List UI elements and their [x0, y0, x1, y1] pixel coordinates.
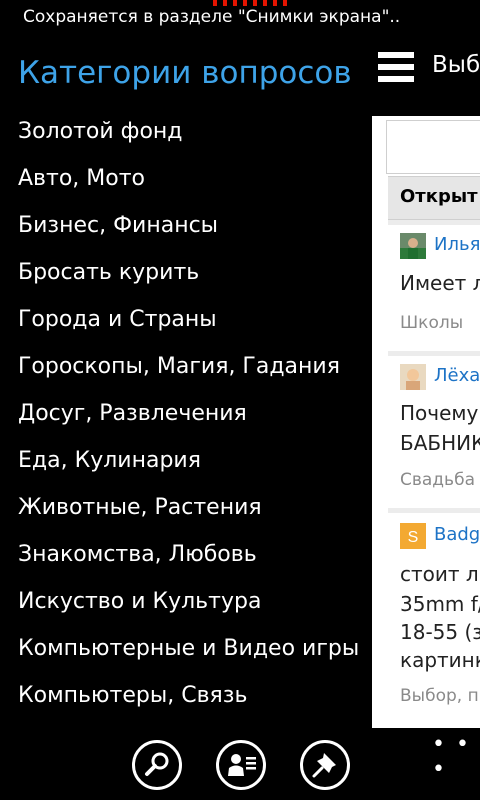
author-link[interactable]: Илья [434, 234, 480, 255]
user-list-button[interactable] [216, 740, 266, 790]
recording-indicator [213, 0, 301, 6]
pin-button[interactable] [300, 740, 350, 790]
category-item[interactable]: Знакомства, Любовь [18, 537, 359, 584]
avatar: S [400, 523, 426, 549]
search-button[interactable] [132, 740, 182, 790]
hamburger-icon[interactable] [378, 52, 414, 82]
header-title: Выб [432, 52, 480, 78]
svg-text:S: S [408, 529, 419, 546]
author-link[interactable]: Лёха [434, 365, 480, 386]
main-panel: Открыт Илья Имеет л Школы Лёха Почему БА… [372, 116, 480, 728]
tab-open-questions[interactable]: Открыт [388, 176, 480, 220]
pin-icon [312, 753, 336, 778]
question-category: Школы [400, 313, 464, 333]
author-link[interactable]: Badg [434, 524, 480, 545]
question-text: Имеет л [400, 271, 480, 295]
avatar [400, 233, 426, 259]
category-item[interactable]: Бросать курить [18, 255, 359, 302]
category-item[interactable]: Животные, Растения [18, 490, 359, 537]
more-options-button[interactable]: • • • [432, 732, 480, 782]
question-text: Почему [400, 401, 479, 425]
avatar [400, 364, 426, 390]
question-card[interactable]: Илья Имеет л Школы [388, 225, 480, 351]
question-text: 35mm f/ [400, 592, 480, 616]
question-text: стоит ли [400, 562, 480, 586]
category-item[interactable]: Города и Страны [18, 302, 359, 349]
category-item[interactable]: Досуг, Развлечения [18, 396, 359, 443]
sidebar-title: Категории вопросов [18, 55, 352, 91]
question-category: Свадьба [400, 470, 475, 490]
question-card[interactable]: S Badg стоит ли 35mm f/ 18-55 (з картинк… [388, 513, 480, 728]
question-text: БАБНИК [400, 431, 480, 455]
category-item[interactable]: Искуство и Культура [18, 584, 359, 631]
user-list-icon [228, 754, 256, 776]
category-item[interactable]: Золотой фонд [18, 114, 359, 161]
category-item[interactable]: Еда, Кулинария [18, 443, 359, 490]
category-item[interactable]: Бизнес, Финансы [18, 208, 359, 255]
search-icon [145, 752, 169, 776]
tab-label: Открыт [400, 186, 478, 207]
category-item[interactable]: Компьютеры, Связь [18, 678, 359, 725]
category-item[interactable]: Авто, Мото [18, 161, 359, 208]
question-text: картинк [400, 648, 480, 672]
category-item[interactable]: Гороскопы, Магия, Гадания [18, 349, 359, 396]
question-card[interactable]: Лёха Почему БАБНИК Свадьба [388, 356, 480, 508]
category-list: Золотой фонд Авто, Мото Бизнес, Финансы … [18, 114, 359, 725]
category-item[interactable]: Компьютерные и Видео игры [18, 631, 359, 678]
toast-message: Сохраняется в разделе "Снимки экрана".. [23, 7, 401, 27]
question-category: Выбор, п [400, 686, 479, 706]
search-input[interactable] [386, 120, 480, 174]
screenshot-toast: Сохраняется в разделе "Снимки экрана".. [0, 0, 480, 34]
question-text: 18-55 (з [400, 620, 480, 644]
